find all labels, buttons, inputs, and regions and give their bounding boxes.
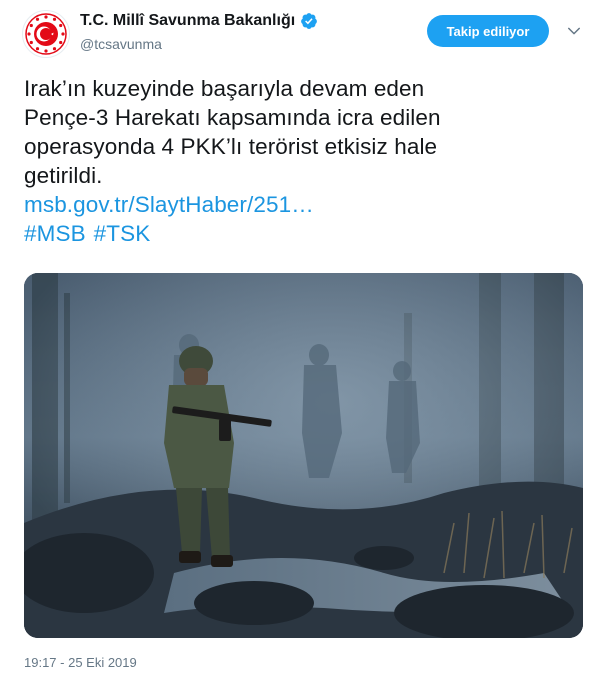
tweet-link[interactable]: msb.gov.tr/SlaytHaber/251… bbox=[24, 190, 584, 219]
name-row[interactable]: T.C. Millî Savunma Bakanlığı bbox=[80, 12, 318, 30]
photo-soldiers-in-fog bbox=[24, 273, 583, 638]
tweet-photo[interactable] bbox=[24, 273, 583, 638]
chevron-down-icon[interactable] bbox=[565, 22, 583, 40]
verified-badge-icon bbox=[301, 13, 318, 29]
user-handle[interactable]: @tcsavunma bbox=[80, 36, 162, 52]
hashtag-row: #MSB #TSK bbox=[24, 219, 584, 248]
tweet-text-line: operasyonda 4 PKK’lı terörist etkisiz ha… bbox=[24, 134, 438, 159]
display-name[interactable]: T.C. Millî Savunma Bakanlığı bbox=[80, 12, 295, 30]
tweet-card: T.C. Millî Savunma Bakanlığı @tcsavunma … bbox=[0, 0, 606, 686]
tweet-text-line: Pençe-3 Harekatı kapsamında icra edilen bbox=[24, 105, 441, 130]
hashtag-msb[interactable]: #MSB bbox=[24, 221, 86, 246]
avatar[interactable] bbox=[22, 10, 70, 58]
tweet-timestamp[interactable]: 19:17 - 25 Eki 2019 bbox=[24, 655, 137, 670]
ministry-emblem-icon bbox=[25, 13, 67, 55]
tweet-text-line: getirildi. bbox=[24, 163, 103, 188]
hashtag-tsk[interactable]: #TSK bbox=[94, 221, 151, 246]
following-button[interactable]: Takip ediliyor bbox=[427, 15, 549, 47]
tweet-text-line: Irak’ın kuzeyinde başarıyla devam eden bbox=[24, 76, 425, 101]
tweet-text: Irak’ın kuzeyinde başarıyla devam eden P… bbox=[24, 74, 584, 248]
